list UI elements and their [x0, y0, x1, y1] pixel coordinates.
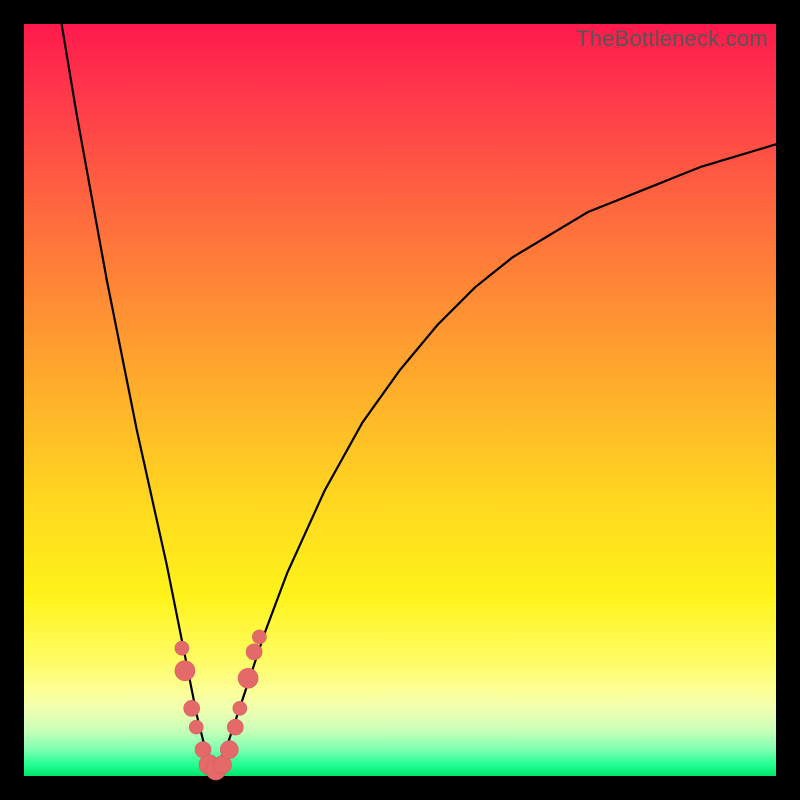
marker-group [175, 630, 266, 780]
chart-svg [24, 24, 776, 776]
data-marker [189, 720, 203, 734]
data-marker [238, 668, 258, 688]
data-marker [175, 641, 189, 655]
curve-group [62, 24, 776, 768]
data-marker [184, 700, 200, 716]
data-marker [220, 741, 238, 759]
curve-right-branch [212, 144, 776, 768]
data-marker [246, 644, 262, 660]
data-marker [233, 701, 247, 715]
data-marker [252, 630, 266, 644]
chart-frame: TheBottleneck.com [24, 24, 776, 776]
data-marker [227, 719, 243, 735]
curve-left-branch [62, 24, 212, 768]
data-marker [175, 661, 195, 681]
